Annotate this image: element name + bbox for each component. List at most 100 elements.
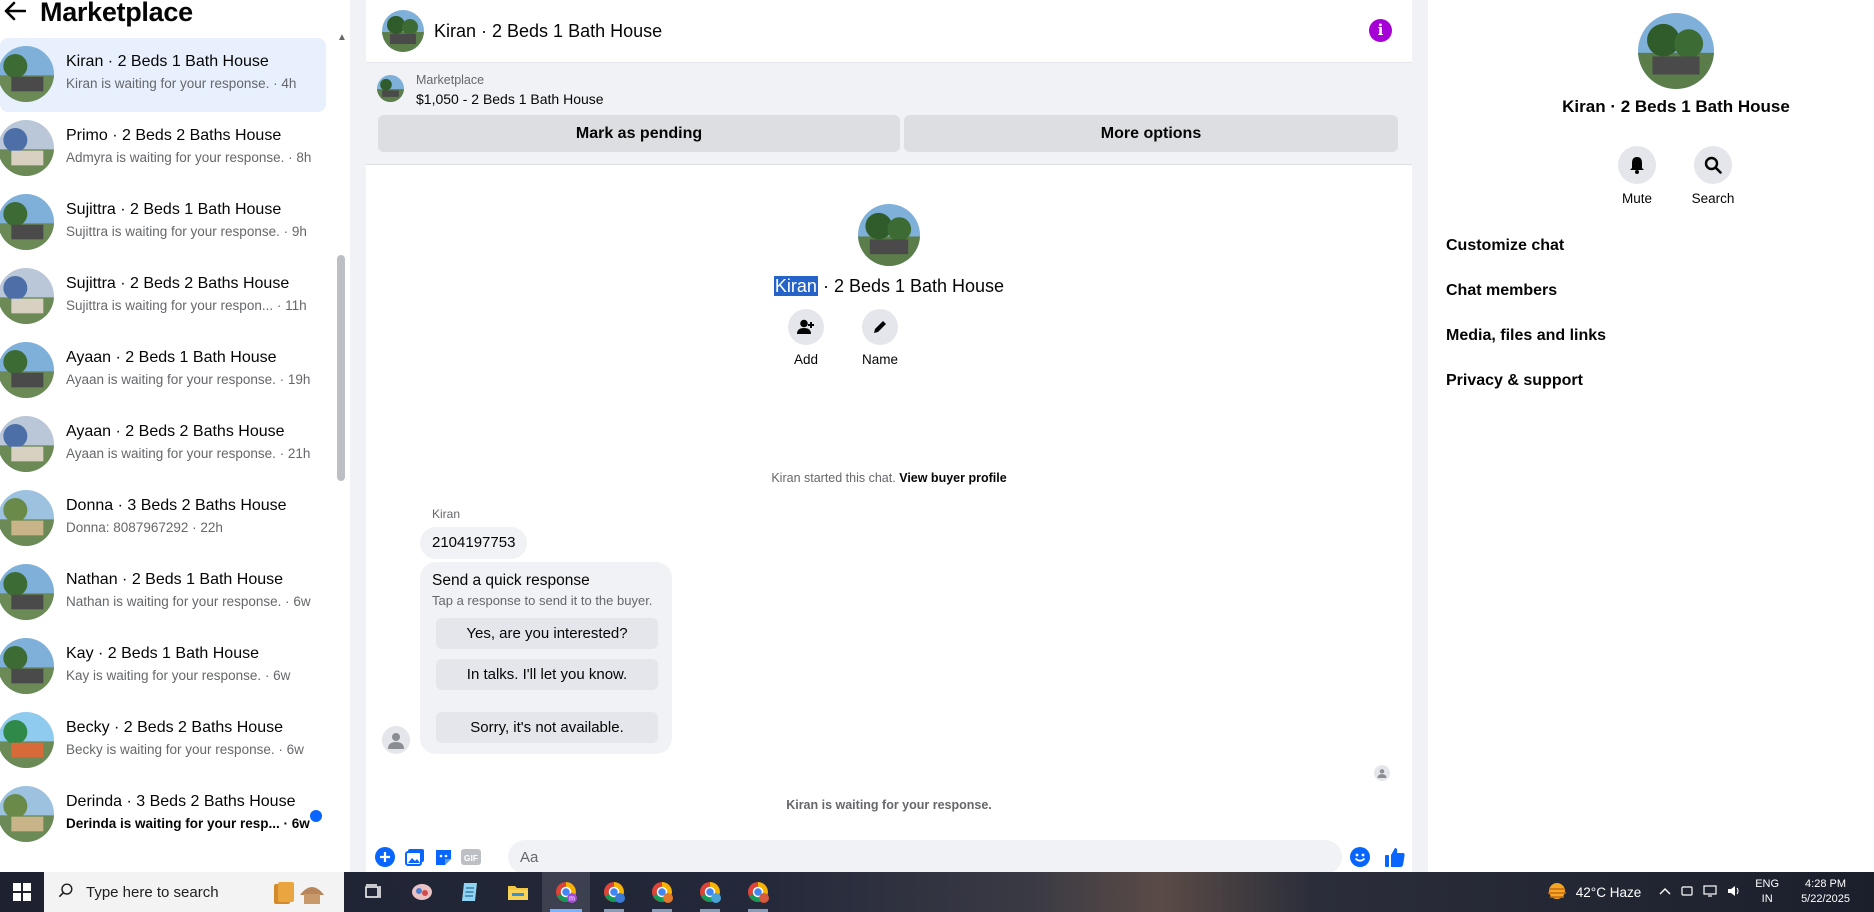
quick-response-options: Yes, are you interested? In talks. I'll …	[432, 618, 660, 743]
message-composer: GIF	[366, 836, 1412, 876]
sidebar-scrollbar[interactable]	[337, 255, 345, 481]
media-files-links-item[interactable]: Media, files and links	[1446, 320, 1606, 365]
search-highlight-icon	[256, 877, 336, 907]
conversation-avatar	[0, 564, 54, 620]
conversation-avatar	[0, 638, 54, 694]
chat-intro: Kiran · 2 Beds 1 Bath House Add Name	[366, 204, 1412, 367]
language-indicator[interactable]: ENG IN	[1755, 877, 1779, 907]
chrome-profile-icon[interactable]	[686, 872, 734, 912]
task-view-icon[interactable]	[350, 872, 398, 912]
chat-members-item[interactable]: Chat members	[1446, 275, 1606, 320]
conversation-avatar	[0, 416, 54, 472]
more-options-button[interactable]: More options	[904, 115, 1398, 152]
clock-time: 4:28 PM	[1805, 878, 1847, 890]
conversation-avatar	[0, 120, 54, 176]
chrome-messenger-icon[interactable]: m	[542, 872, 590, 912]
conversation-title: Ayaan · 2 Beds 2 Baths House	[66, 423, 285, 440]
file-explorer-icon[interactable]	[494, 872, 542, 912]
conversation-title: Sujittra · 2 Beds 1 Bath House	[66, 201, 282, 218]
windows-start-icon[interactable]	[0, 872, 44, 912]
conversation-snippet: Ayaan is waiting for your response. · 19…	[66, 372, 311, 387]
conversation-snippet: Ayaan is waiting for your response. · 21…	[66, 446, 311, 461]
conversation-item[interactable]: Sujittra · 2 Beds 1 Bath House Sujittra i…	[0, 186, 330, 260]
privacy-support-item[interactable]: Privacy & support	[1446, 365, 1606, 410]
snipping-tool-icon[interactable]	[398, 872, 446, 912]
meet-now-icon[interactable]	[1681, 885, 1693, 900]
add-label: Add	[793, 352, 819, 367]
conversation-item[interactable]: Donna · 3 Beds 2 Baths House Donna: 80879…	[0, 482, 330, 556]
conversation-item[interactable]: Derinda · 3 Beds 2 Baths House Derinda is…	[0, 778, 330, 852]
sticker-icon[interactable]	[432, 846, 454, 868]
app-window: Marketplace ▲ Kiran · 2 Beds 1 Bath Hous…	[0, 0, 1874, 874]
conversation-text: Sujittra · 2 Beds 1 Bath House Sujittra i…	[66, 201, 316, 239]
intro-title: Kiran · 2 Beds 1 Bath House	[366, 276, 1412, 297]
weather-text: 42°C Haze	[1575, 884, 1642, 900]
add-person-icon	[788, 309, 824, 345]
back-arrow-icon[interactable]	[4, 1, 34, 23]
message-input[interactable]	[508, 840, 1342, 874]
conversation-avatar	[0, 342, 54, 398]
conversation-avatar	[0, 712, 54, 768]
scroll-up-arrow-icon[interactable]: ▲	[337, 32, 347, 43]
conversation-text: Primo · 2 Beds 2 Baths House Admyra is wa…	[66, 127, 316, 165]
edit-name-button[interactable]: Name	[862, 309, 898, 367]
quick-response-option[interactable]: In talks. I'll let you know.	[436, 659, 658, 690]
quick-response-option[interactable]: Sorry, it's not available.	[436, 712, 658, 743]
emoji-icon[interactable]	[1349, 846, 1371, 868]
search-in-chat-button[interactable]: Search	[1692, 146, 1734, 206]
volume-icon[interactable]	[1727, 885, 1741, 900]
conversation-item[interactable]: Kay · 2 Beds 1 Bath House Kay is waiting …	[0, 630, 330, 704]
conversation-item[interactable]: Kiran · 2 Beds 1 Bath House Kiran is wait…	[0, 38, 326, 112]
started-text: Kiran started this chat.	[771, 471, 896, 485]
view-buyer-profile-link[interactable]: View buyer profile	[899, 471, 1006, 485]
weather-widget[interactable]: 42°C Haze	[1546, 881, 1641, 904]
mute-button[interactable]: Mute	[1618, 146, 1656, 206]
conversation-title: Derinda · 3 Beds 2 Baths House	[66, 793, 296, 810]
conversation-avatar	[0, 490, 54, 546]
weather-sun-icon	[1546, 881, 1568, 904]
conversation-text: Nathan · 2 Beds 1 Bath House Nathan is wa…	[66, 571, 316, 609]
photo-icon[interactable]	[404, 846, 426, 868]
chrome-profile-icon[interactable]	[638, 872, 686, 912]
svg-text:m: m	[569, 896, 575, 903]
conversation-item[interactable]: Becky · 2 Beds 2 Baths House Becky is wai…	[0, 704, 330, 778]
chat-title[interactable]: Kiran · 2 Beds 1 Bath House	[434, 21, 662, 42]
plus-icon[interactable]	[374, 846, 396, 868]
quick-response-option[interactable]: Yes, are you interested?	[436, 618, 658, 649]
taskbar-clock[interactable]: 4:28 PM 5/22/2025	[1801, 877, 1850, 907]
info-icon[interactable]: i	[1369, 19, 1392, 42]
conversation-item[interactable]: Nathan · 2 Beds 1 Bath House Nathan is wa…	[0, 556, 330, 630]
like-thumbs-up-icon[interactable]	[1384, 846, 1406, 868]
seen-receipt-icon	[1374, 765, 1390, 781]
taskbar-search-box[interactable]: Type here to search	[44, 872, 344, 912]
listing-thumbnail[interactable]	[377, 75, 404, 102]
search-label: Search	[1691, 191, 1735, 206]
conversation-snippet: Kay is waiting for your response. · 6w	[66, 668, 291, 683]
customize-chat-item[interactable]: Customize chat	[1446, 230, 1606, 275]
mark-as-pending-button[interactable]: Mark as pending	[378, 115, 900, 152]
conversation-item[interactable]: Ayaan · 2 Beds 2 Baths House Ayaan is wai…	[0, 408, 330, 482]
conversation-item[interactable]: Primo · 2 Beds 2 Baths House Admyra is wa…	[0, 112, 330, 186]
intro-avatar	[858, 204, 920, 266]
sender-avatar-icon	[382, 726, 410, 754]
svg-text:GIF: GIF	[464, 853, 478, 863]
info-menu: Customize chat Chat members Media, files…	[1446, 230, 1606, 410]
conversation-text: Donna · 3 Beds 2 Baths House Donna: 80879…	[66, 497, 316, 535]
chat-avatar[interactable]	[382, 10, 424, 52]
conversation-snippet: Sujittra is waiting for your response. ·…	[66, 224, 307, 239]
gif-icon[interactable]: GIF	[460, 846, 482, 868]
intro-actions: Add Name	[274, 309, 1412, 367]
chrome-profile-icon[interactable]	[590, 872, 638, 912]
add-people-button[interactable]: Add	[788, 309, 824, 367]
chrome-profile-icon[interactable]	[734, 872, 782, 912]
page-title: Marketplace	[40, 0, 193, 27]
notepad-icon[interactable]	[446, 872, 494, 912]
windows-taskbar: Type here to search m 42°C Haze ENG IN 4…	[0, 872, 1874, 912]
conversation-snippet: Kiran is waiting for your response. · 4h	[66, 76, 297, 91]
listing-price[interactable]: $1,050 - 2 Beds 1 Bath House	[416, 91, 604, 107]
chevron-up-icon[interactable]	[1659, 885, 1671, 900]
conversation-text: Kay · 2 Beds 1 Bath House Kay is waiting …	[66, 645, 316, 683]
pencil-icon	[862, 309, 898, 345]
message-bubble[interactable]: 2104197753	[420, 527, 528, 559]
network-icon[interactable]	[1703, 884, 1717, 900]
